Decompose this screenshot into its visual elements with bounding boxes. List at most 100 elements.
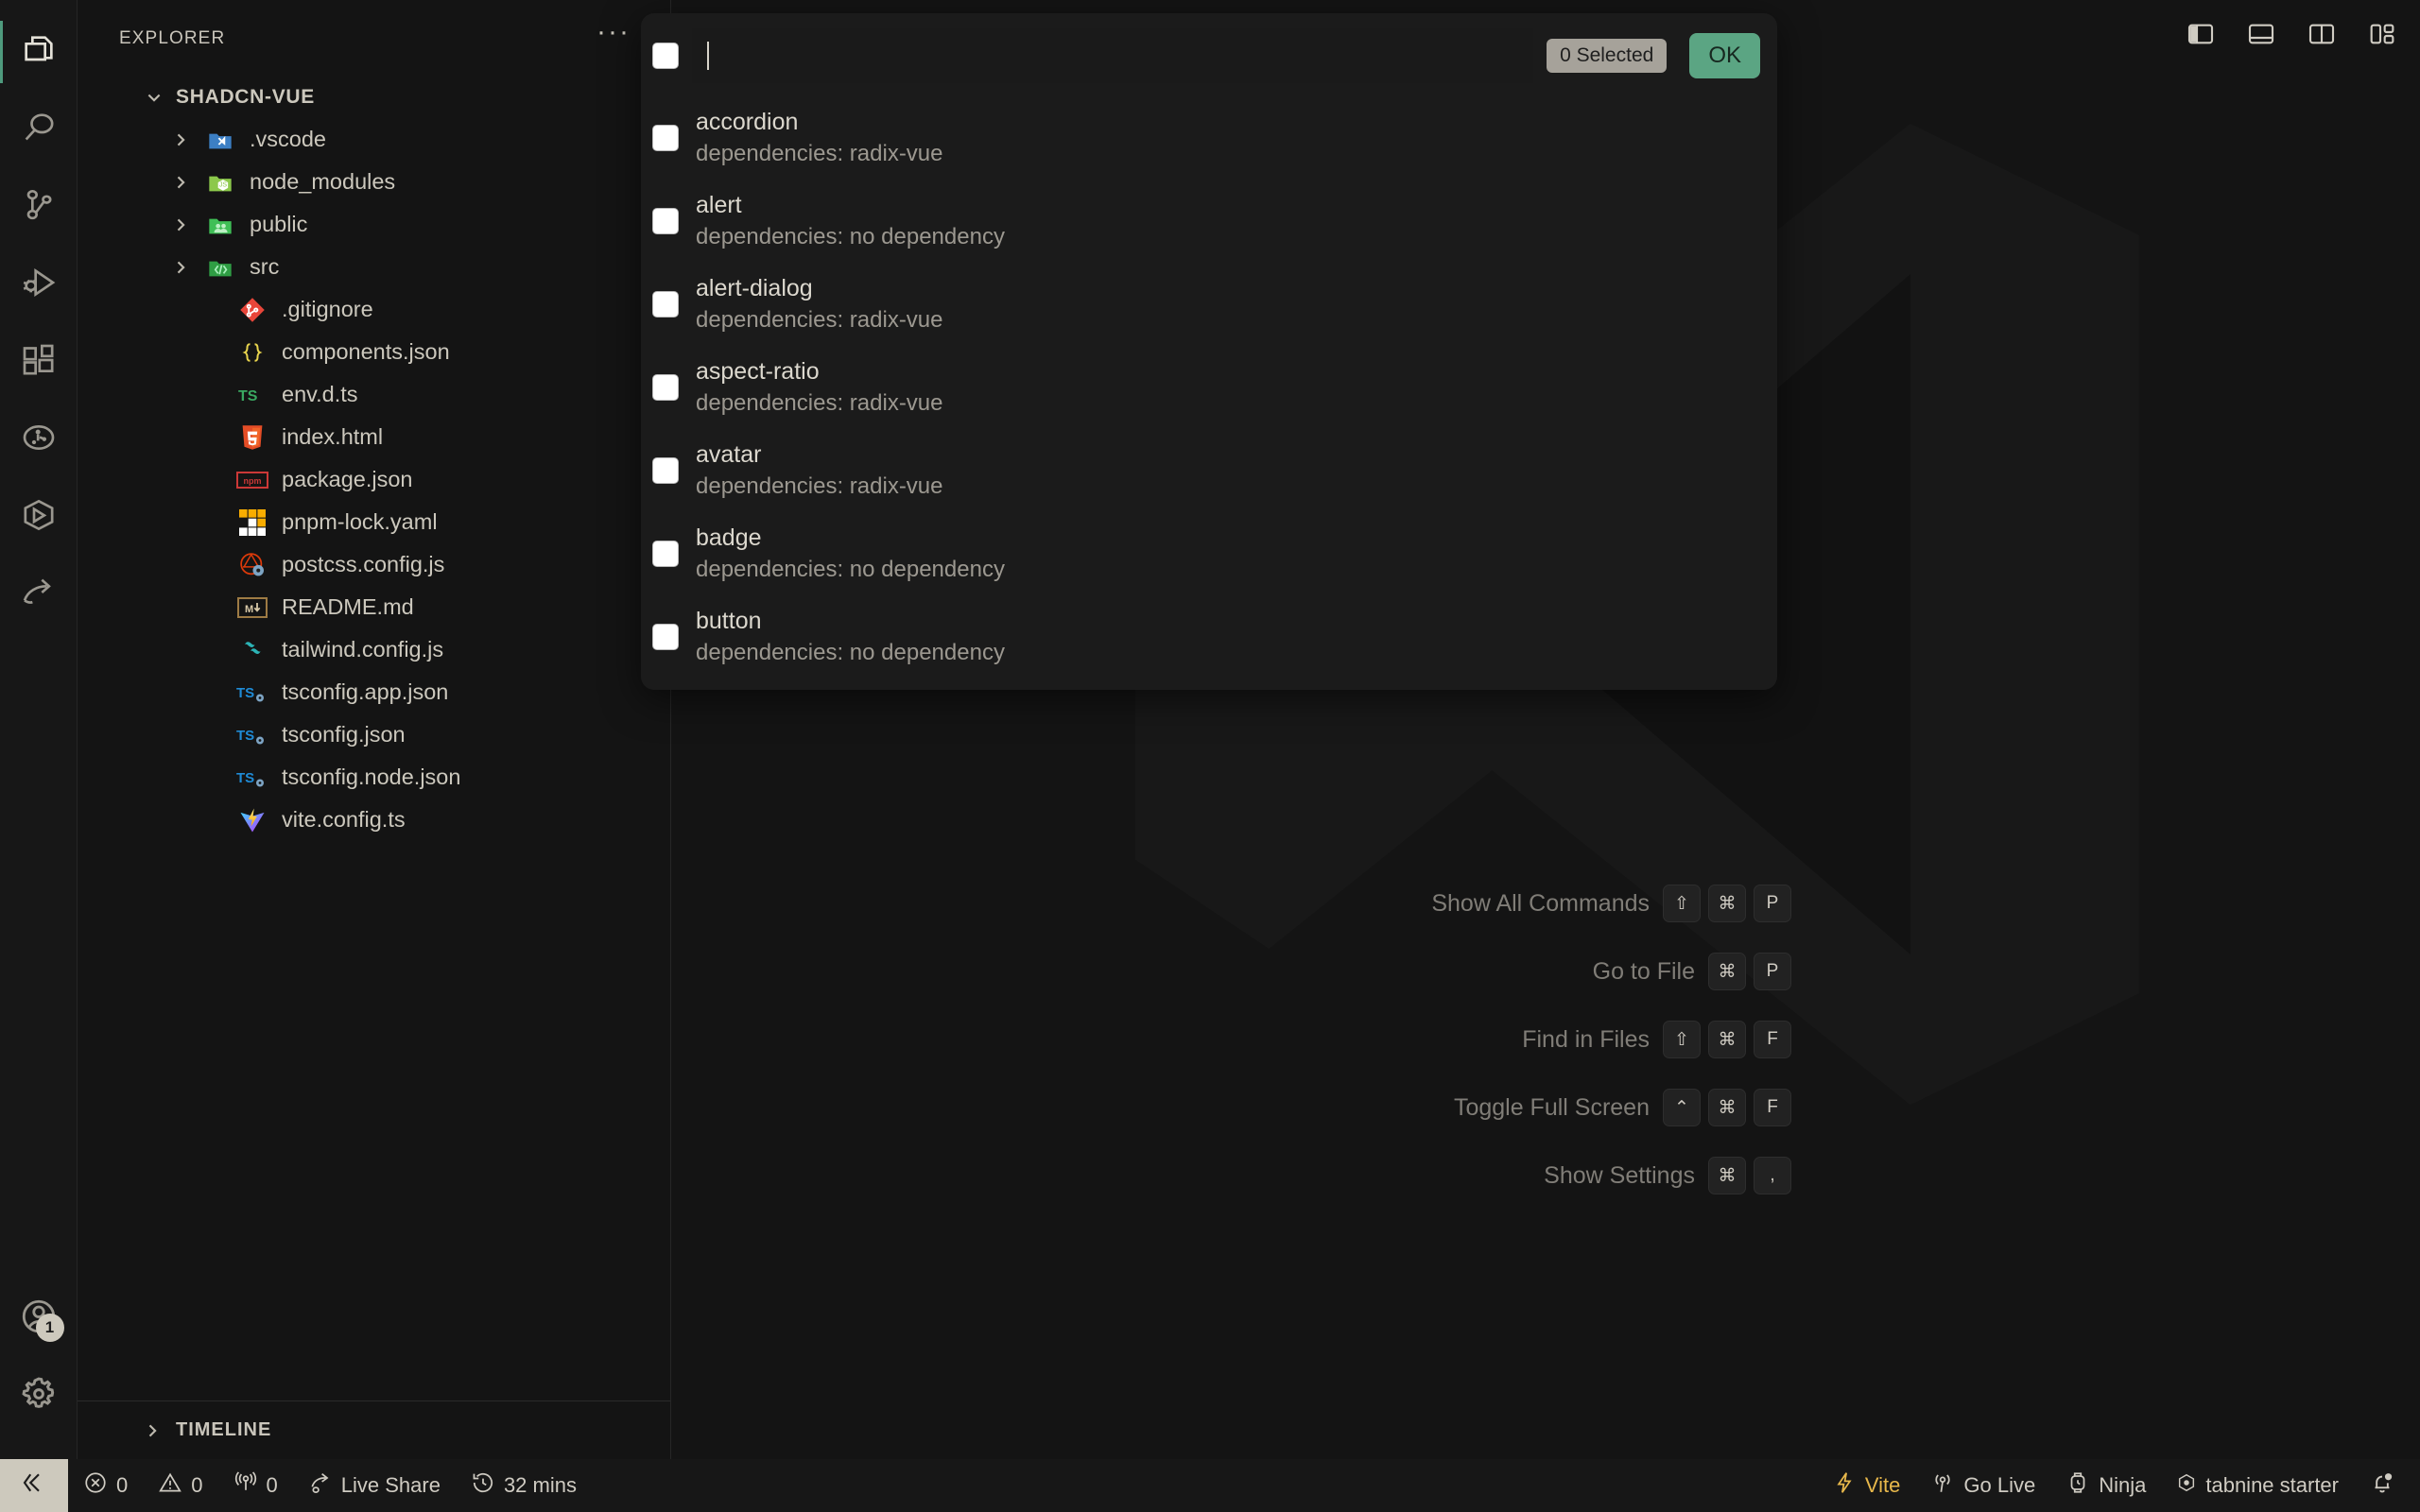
quick-pick-item[interactable]: aspect-ratio dependencies: radix-vue xyxy=(641,346,1777,429)
chevron-right-icon xyxy=(170,257,191,278)
item-checkbox[interactable] xyxy=(652,624,679,650)
item-checkbox[interactable] xyxy=(652,125,679,151)
activity-bar-item-settings[interactable] xyxy=(0,1357,78,1435)
tree-file-readme-md[interactable]: M README.md xyxy=(78,586,670,628)
activity-bar-item-run-and-debug[interactable] xyxy=(0,246,78,323)
quick-pick-input[interactable] xyxy=(692,28,1533,83)
docker-cube-icon xyxy=(20,496,58,539)
item-texts: alert dependencies: no dependency xyxy=(696,193,1005,249)
activity-bar-item-extensions[interactable] xyxy=(0,323,78,401)
key-cap: ⌘ xyxy=(1708,885,1746,922)
quick-pick-list[interactable]: accordion dependencies: radix-vue alert … xyxy=(641,96,1777,690)
remote-window-button[interactable] xyxy=(0,1459,68,1512)
remote-window-icon xyxy=(20,1469,48,1503)
activity-bar-item-source-control[interactable] xyxy=(0,168,78,246)
tree-folder-label: src xyxy=(250,254,279,280)
quick-pick-item[interactable]: calendar xyxy=(641,679,1777,690)
tree-folder-label: public xyxy=(250,212,307,237)
quick-pick-item[interactable]: alert dependencies: no dependency xyxy=(641,180,1777,263)
activity-bar-item-live-share[interactable] xyxy=(0,556,78,633)
status-bar-right: Vite Go Live Ninja tabnine starter xyxy=(1817,1459,2420,1512)
status-item-warnings[interactable]: 0 xyxy=(143,1459,217,1512)
quick-pick-item[interactable]: button dependencies: no dependency xyxy=(641,595,1777,679)
tree-folder-vscode[interactable]: .vscode xyxy=(78,118,670,161)
toggle-primary-side-bar-icon[interactable] xyxy=(2180,13,2221,55)
error-icon xyxy=(83,1470,108,1501)
timeline-label: TIMELINE xyxy=(176,1419,271,1441)
shortcut-keys: ⇧ ⌘ P xyxy=(1663,885,1791,922)
shortcut-label: Show Settings xyxy=(1544,1162,1695,1190)
item-checkbox[interactable] xyxy=(652,541,679,567)
status-item-label: Live Share xyxy=(341,1473,441,1498)
activity-bar-item-accounts[interactable]: 1 xyxy=(0,1280,78,1357)
tree-file-components-json[interactable]: components.json xyxy=(78,331,670,373)
status-item-problems[interactable]: 0 xyxy=(68,1459,143,1512)
tree-file-vite-config-ts[interactable]: vite.config.ts xyxy=(78,799,670,841)
activity-bar-item-testing[interactable] xyxy=(0,401,78,478)
testing-beaker-icon xyxy=(20,419,58,461)
tree-file-tsconfig-app-json[interactable]: TS tsconfig.app.json xyxy=(78,671,670,713)
watch-icon xyxy=(2066,1470,2090,1501)
shortcut-label: Go to File xyxy=(1593,958,1695,986)
status-item-tabnine[interactable]: tabnine starter xyxy=(2161,1459,2354,1512)
tree-file-label: env.d.ts xyxy=(282,382,358,407)
key-cap: ⇧ xyxy=(1663,1021,1701,1058)
select-all-checkbox[interactable] xyxy=(652,43,679,69)
file-tree: SHADCN-VUE .vscode xyxy=(78,66,670,1400)
tree-folder-src[interactable]: src xyxy=(78,246,670,288)
account-badge: 1 xyxy=(36,1314,64,1342)
status-bar-left: 0 0 0 Live Share xyxy=(0,1459,592,1512)
quick-pick-dialog: 0 Selected OK accordion dependencies: ra… xyxy=(641,13,1777,690)
toggle-secondary-side-bar-icon[interactable] xyxy=(2301,13,2342,55)
activity-bar-item-search[interactable] xyxy=(0,91,78,168)
quick-pick-item[interactable]: avatar dependencies: radix-vue xyxy=(641,429,1777,512)
tree-file-gitignore[interactable]: .gitignore xyxy=(78,288,670,331)
tailwind-icon xyxy=(236,635,268,665)
tsconfig-icon: TS xyxy=(236,720,268,750)
warning-icon xyxy=(158,1470,182,1501)
status-item-ninja[interactable]: Ninja xyxy=(2050,1459,2161,1512)
tree-file-package-json[interactable]: npm package.json xyxy=(78,458,670,501)
tree-file-pnpm-lock-yaml[interactable]: pnpm-lock.yaml xyxy=(78,501,670,543)
item-checkbox[interactable] xyxy=(652,374,679,401)
item-checkbox[interactable] xyxy=(652,208,679,234)
tree-file-label: postcss.config.js xyxy=(282,552,444,577)
activity-bar-item-explorer[interactable] xyxy=(0,13,78,91)
status-item-live-share[interactable]: Live Share xyxy=(293,1459,456,1512)
tree-file-tailwind-config-js[interactable]: tailwind.config.js xyxy=(78,628,670,671)
item-label: button xyxy=(696,609,1005,635)
tree-folder-public[interactable]: public xyxy=(78,203,670,246)
status-item-go-live[interactable]: Go Live xyxy=(1915,1459,2050,1512)
status-item-vite[interactable]: Vite xyxy=(1817,1459,1916,1512)
item-checkbox[interactable] xyxy=(652,457,679,484)
item-checkbox[interactable] xyxy=(652,291,679,318)
toggle-panel-icon[interactable] xyxy=(2240,13,2282,55)
status-item-label: Go Live xyxy=(1963,1473,2035,1498)
tree-file-env-d-ts[interactable]: TS env.d.ts xyxy=(78,373,670,416)
item-texts: alert-dialog dependencies: radix-vue xyxy=(696,276,943,333)
ok-button[interactable]: OK xyxy=(1689,33,1760,78)
tree-file-tsconfig-json[interactable]: TS tsconfig.json xyxy=(78,713,670,756)
customize-layout-icon[interactable] xyxy=(2361,13,2403,55)
timeline-section-header[interactable]: TIMELINE xyxy=(78,1400,670,1459)
activity-bar-item-docker[interactable] xyxy=(0,478,78,556)
status-item-ports[interactable]: 0 xyxy=(218,1459,293,1512)
status-item-time-tracker[interactable]: 32 mins xyxy=(456,1459,592,1512)
quick-pick-item[interactable]: badge dependencies: no dependency xyxy=(641,512,1777,595)
shortcut-label: Toggle Full Screen xyxy=(1454,1094,1650,1122)
status-item-label: 0 xyxy=(191,1473,202,1498)
item-label: badge xyxy=(696,525,1005,552)
status-item-notifications[interactable] xyxy=(2354,1459,2411,1512)
quick-pick-item[interactable]: accordion dependencies: radix-vue xyxy=(641,96,1777,180)
quick-pick-item[interactable]: alert-dialog dependencies: radix-vue xyxy=(641,263,1777,346)
shortcut-keys: ⌘ P xyxy=(1708,953,1791,990)
tree-file-index-html[interactable]: index.html xyxy=(78,416,670,458)
tree-file-postcss-config-js[interactable]: postcss.config.js xyxy=(78,543,670,586)
sidebar-more-actions-button[interactable]: ··· xyxy=(591,26,636,51)
keyboard-shortcuts-watermark: Show All Commands ⇧ ⌘ P Go to File ⌘ P F xyxy=(1300,879,1791,1200)
tree-folder-node-modules[interactable]: JS node_modules xyxy=(78,161,670,203)
tree-file-tsconfig-node-json[interactable]: TS tsconfig.node.json xyxy=(78,756,670,799)
status-item-label: 0 xyxy=(116,1473,128,1498)
tree-root-shadcn-vue[interactable]: SHADCN-VUE xyxy=(78,76,670,118)
shortcut-keys: ⌘ , xyxy=(1708,1157,1791,1194)
